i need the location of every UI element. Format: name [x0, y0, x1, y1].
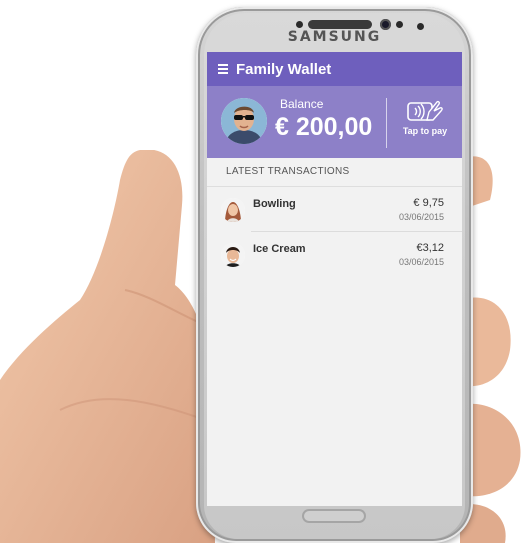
tap-to-pay-label: Tap to pay	[402, 126, 448, 136]
transaction-row[interactable]: Ice Cream €3,12 03/06/2015	[221, 232, 462, 276]
sensor-icon	[296, 21, 303, 28]
transaction-amount: € 9,75	[413, 197, 444, 209]
app-title: Family Wallet	[236, 60, 332, 78]
avatar	[221, 243, 245, 267]
transaction-amount: €3,12	[416, 242, 444, 254]
section-title: LATEST TRANSACTIONS	[207, 158, 462, 187]
tap-to-pay-button[interactable]: Tap to pay	[393, 98, 457, 148]
transaction-row[interactable]: Bowling € 9,75 03/06/2015	[221, 187, 462, 232]
balance-amount: € 200,00	[275, 113, 373, 141]
app-bar: Family Wallet	[207, 52, 462, 86]
menu-icon[interactable]	[218, 64, 228, 74]
home-button[interactable]	[302, 509, 366, 523]
app-screen: Family Wallet Balance € 200,00 Tap to pa…	[207, 52, 462, 506]
hand-illustration	[0, 150, 215, 543]
user-photo	[221, 98, 267, 144]
transaction-name: Ice Cream	[253, 243, 306, 255]
contactless-pay-icon	[407, 100, 443, 121]
balance-label: Balance	[280, 97, 324, 111]
avatar	[221, 198, 245, 222]
transaction-date: 03/06/2015	[398, 257, 444, 267]
avatar[interactable]	[221, 98, 267, 144]
divider	[386, 98, 387, 148]
transaction-list: Bowling € 9,75 03/06/2015 Ice Cream €3,1…	[207, 187, 462, 276]
speaker-grill	[308, 20, 372, 29]
brand-logo: SAMSUNG	[287, 29, 382, 45]
sensor-icon	[396, 21, 403, 28]
transaction-name: Bowling	[253, 198, 296, 210]
transaction-date: 03/06/2015	[398, 212, 444, 222]
balance-panel: Balance € 200,00 Tap to pay	[207, 86, 462, 158]
